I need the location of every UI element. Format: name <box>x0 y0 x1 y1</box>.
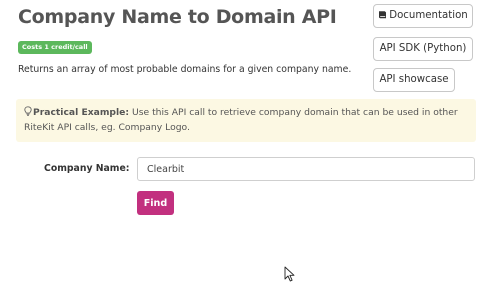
api-showcase-label: API showcase <box>379 74 449 85</box>
documentation-button[interactable]: Documentation <box>373 4 473 28</box>
book-icon <box>379 11 387 19</box>
mouse-cursor-icon <box>284 266 295 282</box>
api-sdk-label: API SDK (Python) <box>379 43 467 54</box>
page-title: Company Name to Domain API <box>18 6 337 28</box>
documentation-label: Documentation <box>389 10 468 21</box>
find-button[interactable]: Find <box>137 191 174 215</box>
example-label: Practical Example: <box>33 107 130 118</box>
api-sdk-python-button[interactable]: API SDK (Python) <box>373 37 473 61</box>
practical-example-box: Practical Example: Use this API call to … <box>16 99 476 142</box>
lightbulb-icon <box>24 106 32 116</box>
company-name-label: Company Name: <box>44 163 130 174</box>
api-description: Returns an array of most probable domain… <box>18 64 352 75</box>
company-name-input[interactable] <box>137 157 475 181</box>
credit-cost-badge: Costs 1 credit/call <box>18 41 92 54</box>
api-showcase-button[interactable]: API showcase <box>373 68 455 92</box>
